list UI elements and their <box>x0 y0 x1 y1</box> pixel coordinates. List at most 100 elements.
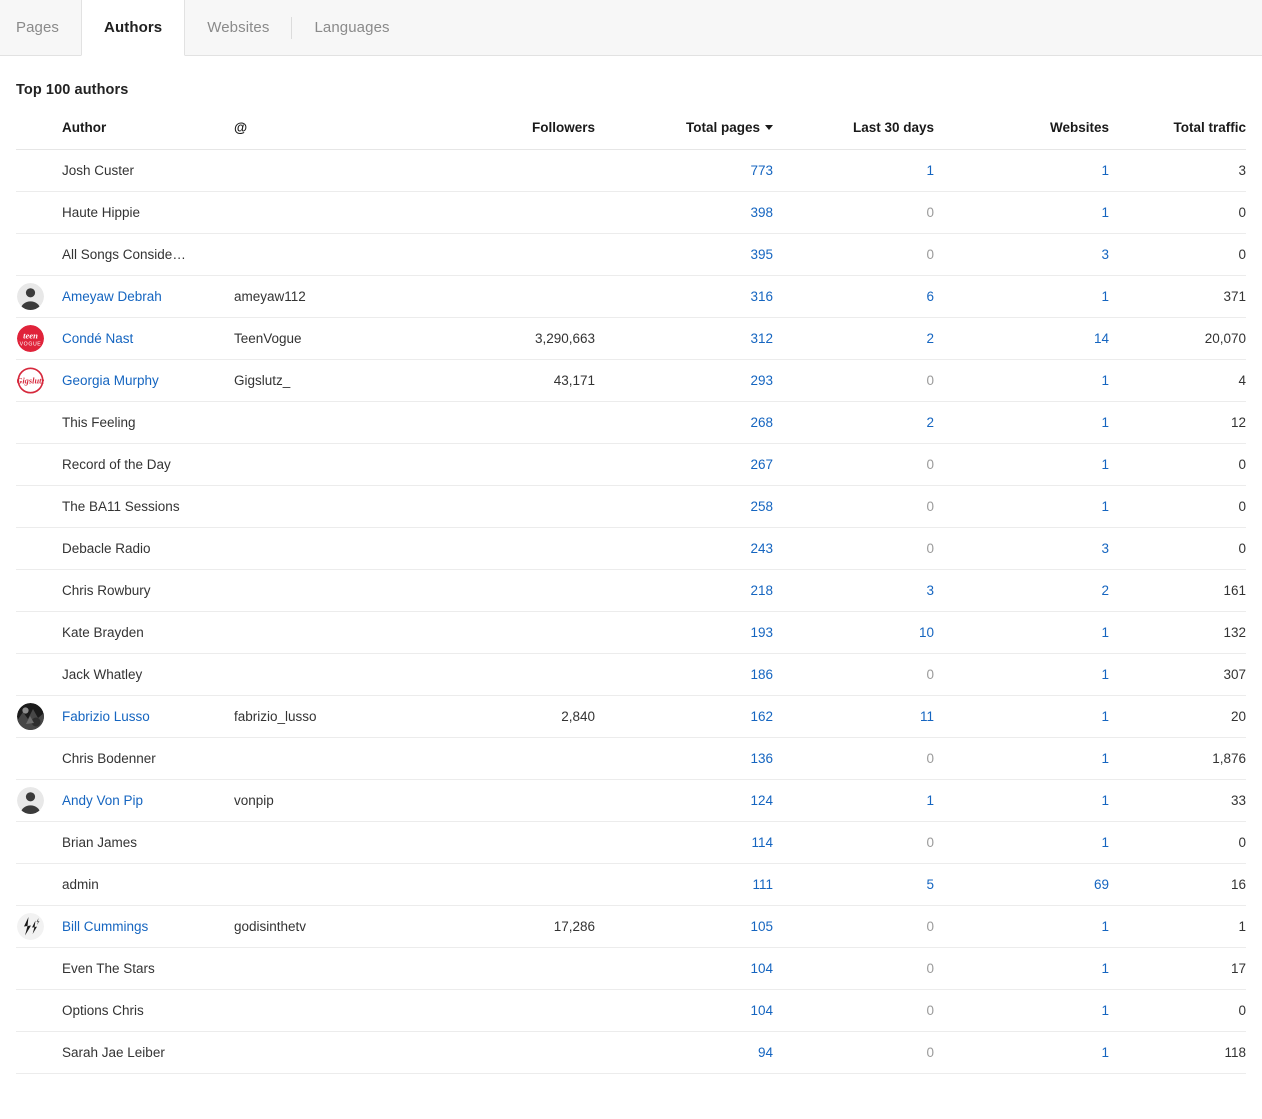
total-pages-cell[interactable]: 186 <box>595 653 773 696</box>
last-30-days-cell-value[interactable]: 2 <box>926 415 934 430</box>
total-pages-cell[interactable]: 218 <box>595 569 773 612</box>
total-pages-cell[interactable]: 105 <box>595 905 773 948</box>
websites-cell-value[interactable]: 1 <box>1101 961 1109 976</box>
author-name-cell[interactable]: Georgia Murphy <box>62 359 234 402</box>
total-pages-cell-value[interactable]: 111 <box>752 877 773 892</box>
websites-cell[interactable]: 1 <box>934 1031 1109 1074</box>
table-row[interactable]: All Songs Conside… 395 0 3 0 <box>16 233 1246 276</box>
total-pages-cell[interactable]: 104 <box>595 947 773 990</box>
websites-cell-value[interactable]: 1 <box>1101 919 1109 934</box>
author-name-cell-value[interactable]: Condé Nast <box>62 331 133 346</box>
websites-cell[interactable]: 1 <box>934 905 1109 948</box>
total-pages-cell-value[interactable]: 105 <box>750 919 773 934</box>
last-30-days-cell-value[interactable]: 1 <box>926 163 934 178</box>
author-name-cell-value[interactable]: Bill Cummings <box>62 919 148 934</box>
last-30-days-cell[interactable]: 5 <box>773 863 934 906</box>
websites-cell-value[interactable]: 1 <box>1101 709 1109 724</box>
websites-cell[interactable]: 1 <box>934 149 1109 192</box>
websites-cell[interactable]: 1 <box>934 989 1109 1032</box>
websites-cell-value[interactable]: 14 <box>1094 331 1109 346</box>
column-header-last-30-days[interactable]: Last 30 days <box>773 120 934 150</box>
author-name-cell-value[interactable]: Andy Von Pip <box>62 793 143 808</box>
author-name-cell[interactable]: Ameyaw Debrah <box>62 275 234 318</box>
author-name-cell[interactable]: Bill Cummings <box>62 905 234 948</box>
table-row[interactable]: Kate Brayden 193 10 1 132 <box>16 611 1246 654</box>
total-pages-cell-value[interactable]: 162 <box>750 709 773 724</box>
author-name-cell[interactable]: Fabrizio Lusso <box>62 695 234 738</box>
total-pages-cell[interactable]: 773 <box>595 149 773 192</box>
total-pages-cell-value[interactable]: 268 <box>750 415 773 430</box>
total-pages-cell[interactable]: 94 <box>595 1031 773 1074</box>
websites-cell[interactable]: 3 <box>934 233 1109 276</box>
websites-cell-value[interactable]: 1 <box>1101 793 1109 808</box>
total-pages-cell-value[interactable]: 312 <box>750 331 773 346</box>
last-30-days-cell[interactable]: 11 <box>773 695 934 738</box>
websites-cell[interactable]: 2 <box>934 569 1109 612</box>
total-pages-cell-value[interactable]: 104 <box>750 961 773 976</box>
websites-cell-value[interactable]: 1 <box>1101 835 1109 850</box>
websites-cell[interactable]: 1 <box>934 737 1109 780</box>
websites-cell-value[interactable]: 1 <box>1101 415 1109 430</box>
total-pages-cell[interactable]: 395 <box>595 233 773 276</box>
websites-cell-value[interactable]: 1 <box>1101 205 1109 220</box>
total-pages-cell[interactable]: 398 <box>595 191 773 234</box>
last-30-days-cell[interactable]: 1 <box>773 779 934 822</box>
last-30-days-cell[interactable]: 1 <box>773 149 934 192</box>
last-30-days-cell-value[interactable]: 11 <box>920 709 934 724</box>
last-30-days-cell-value[interactable]: 3 <box>926 583 934 598</box>
total-pages-cell-value[interactable]: 398 <box>750 205 773 220</box>
last-30-days-cell-value[interactable]: 6 <box>926 289 934 304</box>
websites-cell-value[interactable]: 1 <box>1101 667 1109 682</box>
total-pages-cell-value[interactable]: 293 <box>750 373 773 388</box>
websites-cell[interactable]: 1 <box>934 947 1109 990</box>
table-row[interactable]: Sarah Jae Leiber 94 0 1 118 <box>16 1031 1246 1074</box>
last-30-days-cell[interactable]: 10 <box>773 611 934 654</box>
table-row[interactable]: Bill Cummings godisinthetv 17,286 105 0 1 1 <box>16 905 1246 948</box>
table-row[interactable]: Andy Von Pip vonpip 124 1 1 33 <box>16 779 1246 822</box>
table-row[interactable]: Chris Bodenner 136 0 1 1,876 <box>16 737 1246 780</box>
table-row[interactable]: This Feeling 268 2 1 12 <box>16 401 1246 444</box>
websites-cell[interactable]: 1 <box>934 611 1109 654</box>
total-pages-cell-value[interactable]: 316 <box>750 289 773 304</box>
total-pages-cell[interactable]: 111 <box>595 863 773 906</box>
total-pages-cell[interactable]: 104 <box>595 989 773 1032</box>
total-pages-cell[interactable]: 136 <box>595 737 773 780</box>
author-name-cell[interactable]: Condé Nast <box>62 317 234 360</box>
total-pages-cell-value[interactable]: 218 <box>750 583 773 598</box>
websites-cell-value[interactable]: 3 <box>1101 247 1109 262</box>
websites-cell[interactable]: 1 <box>934 779 1109 822</box>
websites-cell-value[interactable]: 2 <box>1101 583 1109 598</box>
table-row[interactable]: Ameyaw Debrah ameyaw112 316 6 1 371 <box>16 275 1246 318</box>
websites-cell-value[interactable]: 1 <box>1101 625 1109 640</box>
last-30-days-cell[interactable]: 2 <box>773 401 934 444</box>
websites-cell[interactable]: 14 <box>934 317 1109 360</box>
websites-cell-value[interactable]: 1 <box>1101 1003 1109 1018</box>
table-row[interactable]: Georgia Murphy Gigslutz_ 43,171 293 0 1 4 <box>16 359 1246 402</box>
author-name-cell-value[interactable]: Georgia Murphy <box>62 373 159 388</box>
table-row[interactable]: Haute Hippie 398 0 1 0 <box>16 191 1246 234</box>
websites-cell-value[interactable]: 1 <box>1101 751 1109 766</box>
table-row[interactable]: Options Chris 104 0 1 0 <box>16 989 1246 1032</box>
total-pages-cell[interactable]: 162 <box>595 695 773 738</box>
websites-cell[interactable]: 1 <box>934 443 1109 486</box>
total-pages-cell[interactable]: 258 <box>595 485 773 528</box>
total-pages-cell-value[interactable]: 94 <box>758 1045 773 1060</box>
table-row[interactable]: Jack Whatley 186 0 1 307 <box>16 653 1246 696</box>
table-row[interactable]: The BA11 Sessions 258 0 1 0 <box>16 485 1246 528</box>
column-header-total-pages[interactable]: Total pages <box>595 120 773 150</box>
last-30-days-cell[interactable]: 3 <box>773 569 934 612</box>
websites-cell[interactable]: 1 <box>934 275 1109 318</box>
websites-cell-value[interactable]: 1 <box>1101 289 1109 304</box>
websites-cell-value[interactable]: 69 <box>1094 877 1109 892</box>
websites-cell[interactable]: 1 <box>934 359 1109 402</box>
last-30-days-cell-value[interactable]: 5 <box>926 877 934 892</box>
total-pages-cell-value[interactable]: 395 <box>750 247 773 262</box>
total-pages-cell-value[interactable]: 243 <box>750 541 773 556</box>
tab-authors[interactable]: Authors <box>81 0 186 56</box>
table-row[interactable]: Josh Custer 773 1 1 3 <box>16 149 1246 192</box>
total-pages-cell[interactable]: 193 <box>595 611 773 654</box>
last-30-days-cell[interactable]: 2 <box>773 317 934 360</box>
column-header-handle[interactable]: @ <box>234 120 472 150</box>
total-pages-cell[interactable]: 312 <box>595 317 773 360</box>
websites-cell[interactable]: 1 <box>934 695 1109 738</box>
